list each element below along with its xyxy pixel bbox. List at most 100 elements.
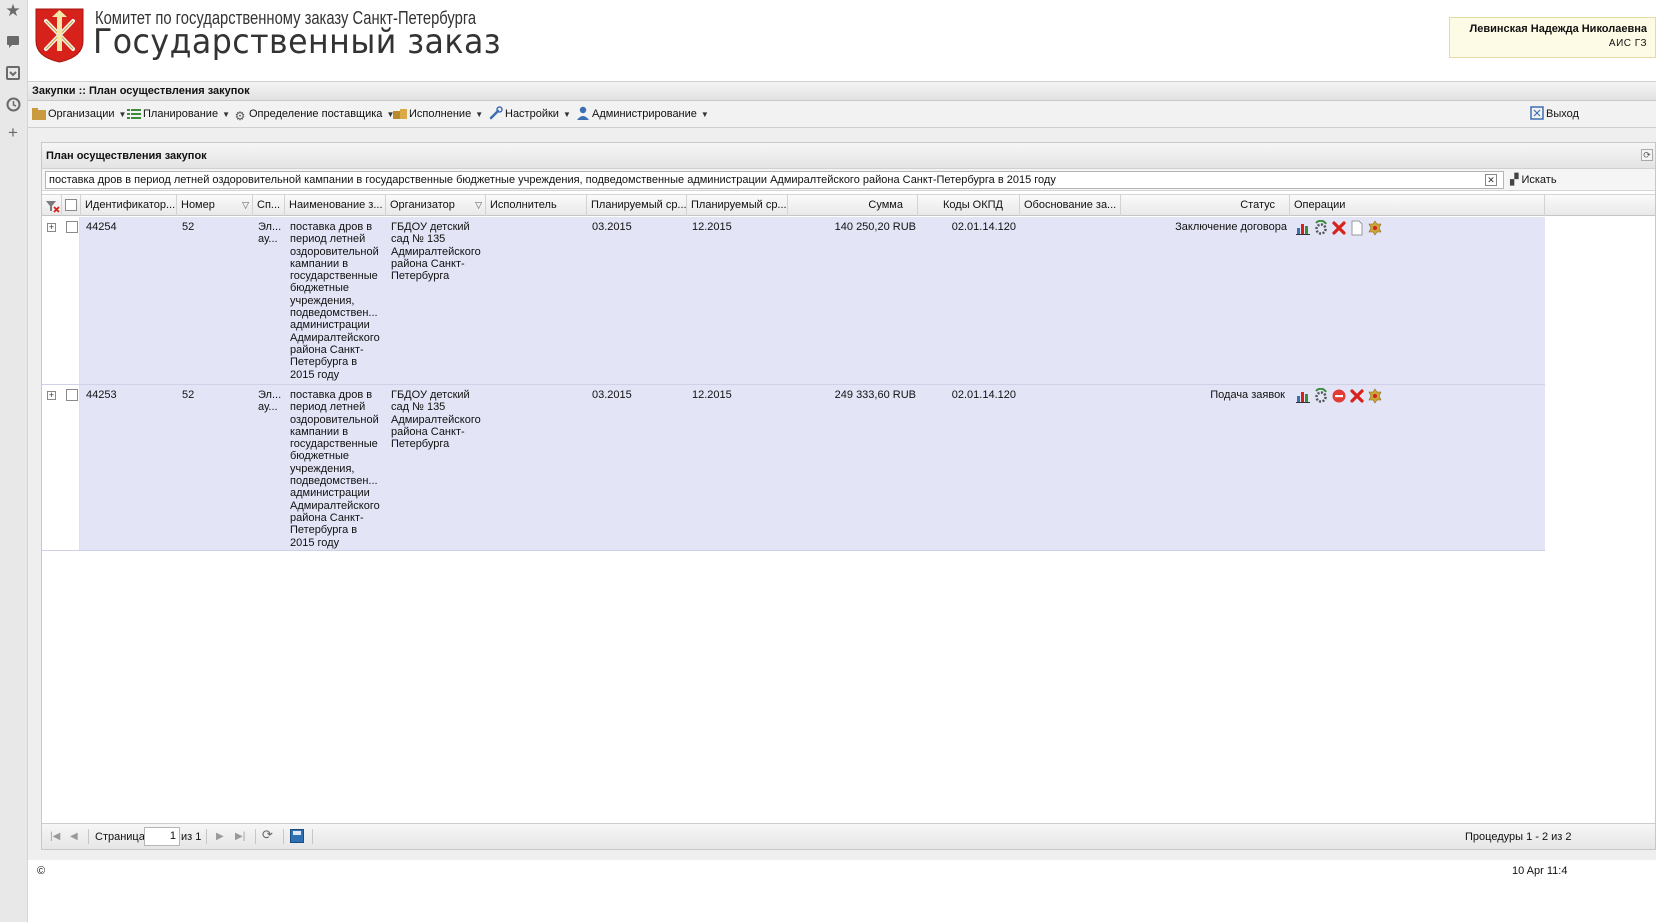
column-executor[interactable]: Исполнитель — [486, 195, 587, 216]
clear-filter-icon[interactable] — [42, 195, 62, 216]
document-icon[interactable] — [1349, 220, 1365, 236]
column-method-label: Сп... — [257, 199, 281, 211]
column-plan-end[interactable]: Планируемый ср... — [687, 195, 788, 216]
refresh-panel-icon[interactable]: ⟳ — [1641, 149, 1653, 161]
row-checkbox[interactable] — [66, 389, 78, 401]
row-gutter — [42, 217, 80, 384]
cell-executor — [486, 385, 587, 389]
column-method[interactable]: Сп... — [253, 195, 285, 216]
exit-button[interactable]: Выход — [1530, 105, 1579, 124]
cell-organizer: ГБДОУ детский сад № 135 Адмиралтейского … — [391, 389, 481, 451]
cell-plan-end: 12.2015 — [692, 221, 732, 233]
search-button-label: Искать — [1521, 174, 1557, 186]
save-icon[interactable] — [290, 829, 304, 843]
menu-planning-label: Планирование — [143, 108, 219, 120]
expand-row-icon[interactable]: + — [47, 391, 56, 400]
chevron-down-icon: ▼ — [562, 110, 571, 119]
column-number[interactable]: Номер ▽ — [177, 195, 253, 216]
column-justification[interactable]: Обоснование за... — [1020, 195, 1121, 216]
delete-icon[interactable] — [1349, 388, 1365, 404]
column-okpd-label: Коды ОКПД — [943, 199, 1003, 211]
menu-settings[interactable]: Настройки ▼ — [489, 105, 571, 124]
table-row[interactable]: + 44254 52 Эл... ау... поставка дров в п… — [42, 217, 1545, 385]
emblem-icon[interactable] — [1367, 388, 1383, 404]
column-plan-end-label: Планируемый ср... — [691, 199, 787, 211]
cell-executor — [486, 217, 587, 221]
chart-icon[interactable] — [1295, 220, 1311, 236]
next-page-icon[interactable]: ▶ — [216, 830, 224, 844]
copyright: © — [37, 865, 46, 877]
column-name[interactable]: Наименование з... — [285, 195, 386, 216]
menu-organizations-label: Организации — [48, 108, 115, 120]
cell-identifier: 44253 — [86, 389, 117, 401]
clear-search-icon[interactable]: ✕ — [1485, 174, 1497, 186]
column-executor-label: Исполнитель — [490, 199, 557, 211]
application-title: Государственный заказ — [93, 22, 502, 62]
cell-status: Подача заявок — [1210, 389, 1285, 401]
menu-planning[interactable]: Планирование ▼ — [127, 105, 230, 124]
cell-identifier: 44254 — [86, 221, 117, 233]
cell-justification — [1020, 217, 1121, 221]
select-all-checkbox[interactable] — [65, 199, 77, 211]
binoculars-icon: ▞ — [1510, 174, 1519, 186]
last-page-icon[interactable]: ▶| — [235, 830, 245, 844]
search-input[interactable]: поставка дров в период летней оздоровите… — [45, 171, 1504, 189]
search-button[interactable]: ▞ Искать — [1510, 171, 1557, 189]
menu-administration[interactable]: Администрирование ▼ — [576, 105, 709, 124]
footer-date: 10 Apr 11:4 — [1512, 865, 1568, 877]
column-number-label: Номер — [181, 199, 215, 211]
refresh-icon[interactable]: ⟳ — [262, 828, 273, 842]
column-okpd[interactable]: Коды ОКПД — [918, 195, 1020, 216]
column-sum[interactable]: Сумма — [788, 195, 918, 216]
cell-sum: 140 250,20 RUB — [834, 221, 916, 233]
refresh-gear-icon[interactable] — [1313, 387, 1329, 404]
column-identifier[interactable]: Идентификатор... — [81, 195, 177, 216]
delete-icon[interactable] — [1331, 220, 1347, 236]
filter-icon[interactable]: ▽ — [475, 195, 482, 216]
grid-header: Идентификатор... Номер ▽ Сп... Наименован… — [42, 194, 1655, 216]
column-organizer[interactable]: Организатор ▽ — [386, 195, 486, 216]
user-name: Левинская Надежда Николаевна — [1469, 23, 1647, 35]
emblem-icon[interactable] — [1367, 220, 1383, 236]
exit-icon — [1530, 106, 1544, 120]
user-info-box[interactable]: Левинская Надежда Николаевна АИС ГЗ — [1449, 17, 1656, 58]
clock-icon[interactable] — [2, 96, 24, 118]
menu-organizations[interactable]: Организации ▼ — [32, 105, 126, 124]
row-gutter — [42, 385, 80, 550]
main-menu: Организации ▼ Планирование ▼ ⚙ Определение … — [28, 101, 1656, 128]
main-area: План осуществления закупок ⟳ поставка др… — [28, 128, 1656, 860]
filter-icon[interactable]: ▽ — [242, 195, 249, 216]
menu-execution[interactable]: Исполнение ▼ — [393, 105, 483, 124]
page-number-input[interactable]: 1 — [144, 827, 180, 846]
wrench-icon — [489, 106, 503, 120]
plus-icon[interactable]: + — [2, 122, 24, 144]
separator — [312, 829, 313, 844]
page-label: Страница — [95, 831, 145, 843]
column-organizer-label: Организатор — [390, 199, 455, 211]
expand-row-icon[interactable]: + — [47, 223, 56, 232]
note-icon[interactable] — [2, 32, 24, 54]
cell-okpd: 02.01.14.120 — [951, 221, 1016, 233]
inbox-icon[interactable] — [2, 64, 24, 86]
first-page-icon[interactable]: |◀ — [50, 830, 60, 844]
column-operations-label: Операции — [1294, 199, 1346, 211]
column-plan-start[interactable]: Планируемый ср... — [587, 195, 687, 216]
chart-icon[interactable] — [1295, 388, 1311, 404]
row-operations — [1295, 387, 1385, 404]
menu-supplier-determination[interactable]: ⚙ Определение поставщика ▼ — [233, 105, 395, 124]
cell-plan-start: 03.2015 — [592, 389, 632, 401]
column-status[interactable]: Статус — [1121, 195, 1290, 216]
separator — [283, 829, 284, 844]
page-count: из 1 — [181, 831, 202, 843]
cell-method: Эл... ау... — [258, 221, 282, 246]
row-checkbox[interactable] — [66, 221, 78, 233]
row-operations — [1295, 219, 1385, 236]
prev-page-icon[interactable]: ◀ — [70, 830, 78, 844]
stop-icon[interactable] — [1331, 388, 1347, 404]
refresh-gear-icon[interactable] — [1313, 219, 1329, 236]
table-row[interactable]: + 44253 52 Эл... ау... поставка дров в п… — [42, 385, 1545, 551]
cell-number: 52 — [182, 221, 195, 233]
star-icon[interactable]: ★ — [2, 0, 24, 22]
cell-name: поставка дров в период летней оздоровите… — [290, 389, 380, 549]
breadcrumb: Закупки :: План осуществления закупок — [28, 81, 1656, 101]
